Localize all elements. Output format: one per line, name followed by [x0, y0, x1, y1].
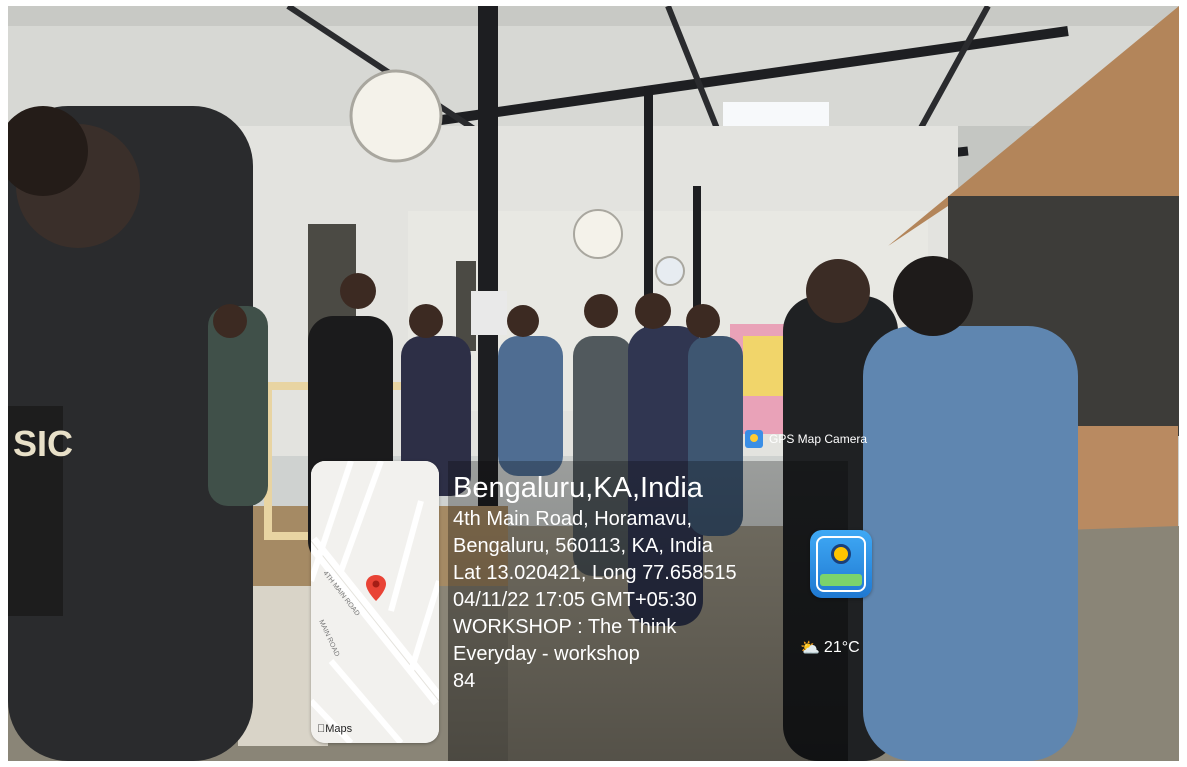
location-stamp: Bengaluru,KA,India 4th Main Road, Horama…	[453, 470, 737, 695]
gps-map-camera-logo-icon	[810, 530, 872, 598]
city-title: Bengaluru,KA,India	[453, 472, 703, 504]
cloud-sun-icon: ⛅	[800, 640, 820, 657]
address-line-2: Bengaluru, 560113, KA, India	[453, 535, 713, 557]
temperature: 21°C	[823, 639, 860, 656]
address-line-1: 4th Main Road, Horamavu,	[453, 508, 693, 530]
gps-camera-app-icon	[745, 430, 763, 448]
gps-map-camera-badge: GPS Map Camera	[745, 428, 867, 450]
note-line-2: Everyday - workshop	[453, 643, 640, 665]
note-line-3: 84	[453, 670, 476, 692]
datetime: 04/11/22 17:05 GMT+05:30	[453, 589, 697, 611]
maps-attribution: Maps	[317, 723, 352, 735]
gps-badge-label: GPS Map Camera	[769, 432, 868, 446]
svg-text:SIC: SIC	[13, 423, 73, 464]
coordinates: Lat 13.020421, Long 77.658515	[453, 562, 737, 584]
weather-readout: ⛅ 21°C	[800, 638, 860, 658]
map-thumbnail: 4TH MAIN ROAD MAIN ROAD Maps	[311, 461, 439, 743]
note-line-1: WORKSHOP : The Think	[453, 616, 677, 638]
map-roads: 4TH MAIN ROAD MAIN ROAD	[311, 461, 439, 743]
